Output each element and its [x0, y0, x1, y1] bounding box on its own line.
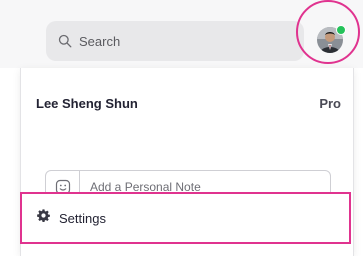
profile-menu-screen: Search Lee Sheng Shun Pro Add a Personal…: [0, 0, 363, 256]
online-status-dot: [336, 25, 346, 35]
plan-badge: Pro: [319, 96, 341, 111]
search-bar[interactable]: Search: [46, 21, 304, 61]
settings-menu-item[interactable]: Settings: [20, 192, 351, 244]
search-label: Search: [79, 33, 121, 49]
search-icon: [58, 34, 72, 48]
user-name: Lee Sheng Shun: [36, 96, 138, 111]
settings-label: Settings: [59, 210, 106, 226]
gear-icon: [37, 209, 50, 227]
